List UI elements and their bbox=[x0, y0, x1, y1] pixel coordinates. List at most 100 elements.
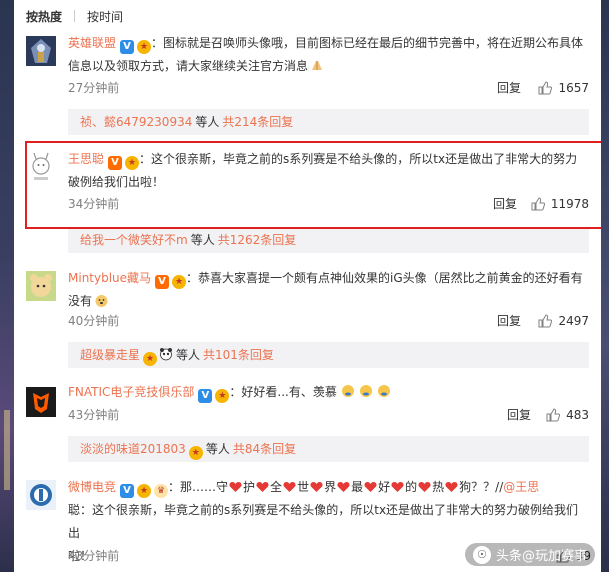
comment-content-line2: 破例给我们出啦！ bbox=[68, 175, 165, 189]
comment-time: 40分钟前 bbox=[68, 314, 120, 328]
thumbs-up-icon bbox=[538, 314, 553, 328]
thumbs-up-icon bbox=[531, 197, 545, 211]
medal-icon: ★ bbox=[215, 389, 230, 403]
heart-icon bbox=[364, 482, 377, 492]
mention-link[interactable]: @王思 bbox=[503, 480, 539, 494]
comments-panel: 按热度 按时间 英雄联盟 V ★ ：图标就是召唤师头像哦，目前图标已经在最后的细节完善… bbox=[14, 0, 601, 572]
comment-text: 英雄联盟 V ★ ：图标就是召唤师头像哦，目前图标已经在最后的细节完善中，将在近期公布… bbox=[68, 32, 589, 78]
comment-content-line2: 聪：这个很亲斯，毕竟之前的s系列赛是不给头像的，所以tx还是做出了非常大的努力破… bbox=[68, 503, 579, 540]
watermark-text: 头条@玩加赛事 bbox=[495, 549, 587, 564]
right-background-strip bbox=[601, 0, 609, 572]
thumbs-up-icon bbox=[546, 408, 561, 422]
comment-content-part: 全 bbox=[270, 480, 283, 494]
vip-badge-icon: V bbox=[108, 156, 123, 170]
comment-text: Mintyblue藏马 V ★ ：恭喜大家喜提一个颇有点神仙效果的iG头像（居然比之前… bbox=[68, 267, 589, 313]
reply-etc: 等人 bbox=[195, 115, 220, 129]
reply-summary[interactable]: 超级暴走星 ★ 等人 共101条回复 bbox=[68, 342, 589, 368]
comment-text: FNATIC电子竞技俱乐部 V ★ ：好好看...有、羡慕 bbox=[68, 381, 589, 404]
comment-content-part: 好 bbox=[378, 480, 391, 494]
crown-medal-icon: ♛ bbox=[154, 484, 169, 498]
reply-button[interactable]: 回复 bbox=[493, 194, 517, 214]
username[interactable]: 微博电竞 bbox=[68, 480, 116, 494]
comment-content: ：这个很亲斯，毕竟之前的s系列赛是不给头像的，所以tx还是做出了非常大的努力 bbox=[139, 152, 578, 166]
heart-icon bbox=[283, 482, 296, 492]
sort-by-time-tab[interactable]: 按时间 bbox=[87, 8, 123, 25]
reply-etc: 等人 bbox=[190, 233, 215, 247]
comment-meta: 40分钟前 回复 2497 bbox=[68, 311, 589, 331]
reply-summary[interactable]: 淡淡的味道201803 ★ 等人 共84条回复 bbox=[68, 436, 589, 462]
sort-bar: 按热度 按时间 bbox=[14, 0, 601, 32]
dog-face-emoji-icon bbox=[94, 293, 109, 308]
reply-summary[interactable]: 给我一个微笑好不m 等人 共1262条回复 bbox=[68, 227, 589, 253]
panda-emoji-icon bbox=[159, 344, 173, 361]
sort-divider bbox=[74, 10, 76, 22]
comment-content-line2: 没有 bbox=[68, 294, 93, 308]
reply-users[interactable]: 超级暴走星 bbox=[80, 348, 140, 362]
vip-badge-icon: V bbox=[155, 275, 170, 289]
comment-text: 王思聪 V ★ ：这个很亲斯，毕竟之前的s系列赛是不给头像的，所以tx还是做出了非常大… bbox=[68, 148, 589, 194]
heart-icon bbox=[229, 482, 242, 492]
comment-time: 43分钟前 bbox=[68, 408, 120, 422]
like-button[interactable]: 2497 bbox=[538, 311, 589, 331]
reply-button[interactable]: 回复 bbox=[497, 78, 521, 98]
comment-meta: 34分钟前 回复 11978 bbox=[68, 194, 589, 214]
comment-content-line2: 信息以及领取方式，请大家继续关注官方消息 bbox=[68, 59, 309, 73]
reply-users[interactable]: 淡淡的味道201803 bbox=[80, 442, 186, 456]
username[interactable]: 英雄联盟 bbox=[68, 36, 116, 50]
like-count: 11978 bbox=[550, 197, 589, 211]
reply-etc: 等人 bbox=[205, 442, 230, 456]
emoji-icon-2 bbox=[359, 383, 373, 397]
emoji-icon-1 bbox=[341, 383, 355, 397]
comment-content-part: 热 bbox=[432, 480, 445, 494]
reply-count-link[interactable]: 共1262条回复 bbox=[218, 233, 297, 247]
comment-content: ：好好看...有、羡慕 bbox=[229, 385, 337, 399]
heart-icon bbox=[418, 482, 431, 492]
username[interactable]: Mintyblue藏马 bbox=[68, 271, 151, 285]
reply-count-link[interactable]: 共214条回复 bbox=[222, 115, 293, 129]
heart-icon bbox=[310, 482, 323, 492]
left-background-strip bbox=[0, 0, 14, 572]
comment-content: ：那……守 bbox=[168, 480, 229, 494]
comment-meta: 43分钟前 回复 483 bbox=[68, 405, 589, 425]
reply-users[interactable]: 祯、懿6479230934 bbox=[80, 115, 192, 129]
reply-count-link[interactable]: 共101条回复 bbox=[203, 348, 274, 362]
username[interactable]: 王思聪 bbox=[68, 152, 104, 166]
heart-icon bbox=[445, 482, 458, 492]
like-button[interactable]: 483 bbox=[546, 405, 589, 425]
comment-content-part: 最 bbox=[351, 480, 364, 494]
comment-content: ：图标就是召唤师头像哦，目前图标已经在最后的细节完善中，将在近期公布具体 bbox=[151, 36, 584, 50]
comment-content: ：恭喜大家喜提一个颇有点神仙效果的iG头像（居然比之前黄金的还好看有 bbox=[186, 271, 583, 285]
like-count: 483 bbox=[566, 408, 589, 422]
avatar[interactable] bbox=[26, 36, 56, 66]
reply-etc: 等人 bbox=[176, 348, 201, 362]
avatar[interactable] bbox=[26, 480, 56, 510]
sort-by-hot-tab[interactable]: 按热度 bbox=[26, 8, 62, 25]
emoji-icon-3 bbox=[377, 383, 391, 397]
verified-icon: V bbox=[198, 389, 213, 403]
heart-icon bbox=[337, 482, 350, 492]
medal-icon: ★ bbox=[125, 156, 140, 170]
like-button[interactable]: 1657 bbox=[538, 78, 589, 98]
medal-icon: ★ bbox=[172, 275, 187, 289]
reply-button[interactable]: 回复 bbox=[507, 405, 531, 425]
comment-time: 27分钟前 bbox=[68, 81, 120, 95]
comment-content-part: 狗？？// bbox=[459, 480, 504, 494]
reply-button[interactable]: 回复 bbox=[497, 311, 521, 331]
avatar[interactable] bbox=[26, 387, 56, 417]
reply-summary[interactable]: 祯、懿6479230934 等人 共214条回复 bbox=[68, 109, 589, 135]
heart-icon bbox=[391, 482, 404, 492]
avatar[interactable] bbox=[26, 271, 56, 301]
like-button[interactable]: 11978 bbox=[531, 194, 589, 214]
heart-icon bbox=[256, 482, 269, 492]
watermark: ☉ 头条@玩加赛事 bbox=[464, 543, 595, 566]
reply-count-link[interactable]: 共84条回复 bbox=[233, 442, 296, 456]
comment-time: 34分钟前 bbox=[68, 197, 120, 211]
comment-content-part: 世 bbox=[297, 480, 310, 494]
comment-content-part: 护 bbox=[243, 480, 256, 494]
comment-meta: 27分钟前 回复 1657 bbox=[68, 78, 589, 98]
avatar[interactable] bbox=[26, 152, 56, 182]
medal-icon: ★ bbox=[143, 352, 158, 366]
like-count: 1657 bbox=[558, 81, 589, 95]
username[interactable]: FNATIC电子竞技俱乐部 bbox=[68, 385, 194, 399]
reply-users[interactable]: 给我一个微笑好不m bbox=[80, 233, 188, 247]
